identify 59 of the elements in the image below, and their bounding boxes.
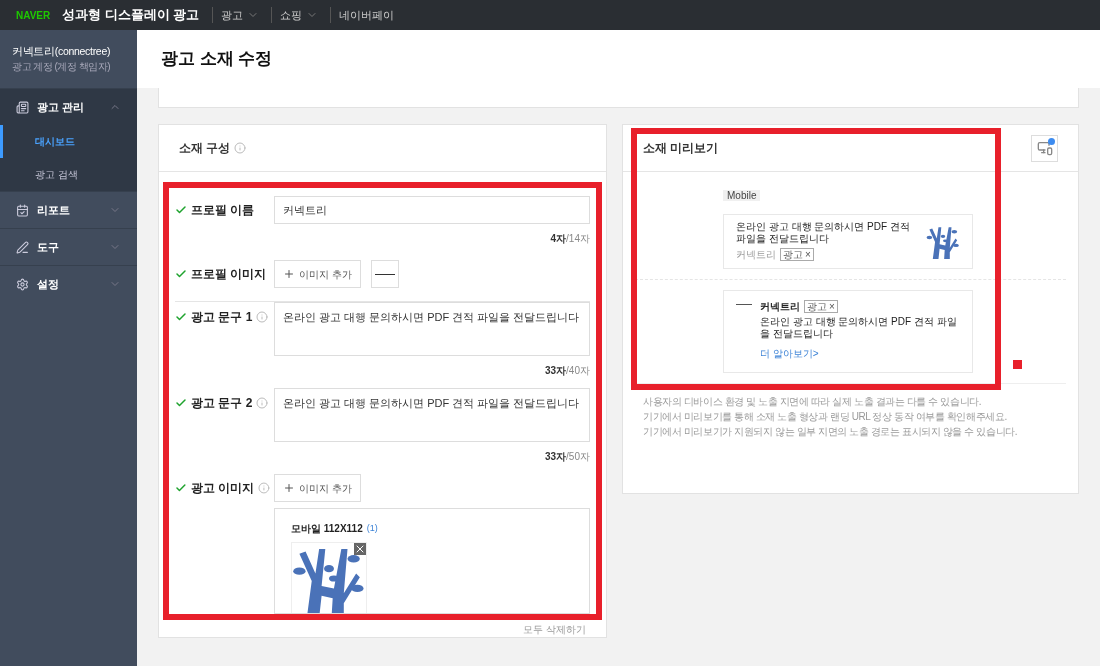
nav-subitem[interactable]: 대시보드 [0,125,137,158]
card-title: 소재 구성 [179,140,231,157]
field-label: 프로필 이름 [191,202,255,219]
info-icon[interactable] [256,397,269,409]
nav-item[interactable]: 리포트 [0,192,137,228]
plus-icon [283,482,295,494]
ad-tag-label: 광고 [807,301,827,312]
nav-subitem[interactable]: 광고 검색 [0,158,137,191]
top-menu[interactable]: 네이버페이 [329,6,394,24]
nav-icon [16,240,29,254]
advertiser-name: 커넥트리 [736,248,776,262]
nav-icon [16,100,29,114]
image-count: (1) [366,521,378,535]
preview-note: 기기에서 미리보기를 통해 소재 노출 형상과 랜딩 URL 정상 동작 여부를 확인해주세요. [643,410,1008,424]
ad-tag-label: 광고 [783,249,803,260]
field-label: 프로필 이미지 [191,266,267,283]
char-counter: 4자/14자 [550,232,590,246]
nav-icon [16,203,29,217]
account-role: 광고 계정 (계정 책임자) [12,60,111,75]
add-image-button[interactable]: 이미지 추가 [274,260,361,288]
info-icon[interactable] [234,142,247,154]
text-field[interactable]: 커넥트리 [274,196,590,224]
account-name: 커넥트리(connectree) [12,43,112,59]
device-toggle[interactable] [1031,134,1058,162]
ad-close[interactable]: × [805,249,811,260]
card-title: 소재 미리보기 [643,140,719,157]
nav-item[interactable]: 광고 관리 [0,89,137,125]
field-label: 광고 문구 2 [191,395,253,412]
plus-icon [283,268,295,280]
top-menu[interactable]: 쇼핑 [270,6,318,24]
char-counter: 33자/50자 [544,450,590,464]
app-title: 성과형 디스플레이 광고 [62,6,200,25]
text-area[interactable]: 온라인 광고 대행 문의하시면 PDF 견적 파일을 전달드립니다 [274,302,590,356]
advertiser-name: 커넥트리 [760,300,800,314]
text-area[interactable]: 온라인 광고 대행 문의하시면 PDF 견적 파일을 전달드립니다 [274,388,590,442]
info-icon[interactable] [258,482,270,494]
device-badge: Mobile [723,190,761,201]
top-menu[interactable]: 광고 [211,6,259,24]
ad-text: 온라인 광고 대행 문의하시면 PDF 견적 파일을 전달드립니다 [760,316,958,340]
nav-item[interactable]: 설정 [0,266,137,302]
learn-more-link[interactable]: 더 알아보기> [760,348,819,359]
page-title: 광고 소재 수정 [161,48,273,71]
remove-icon[interactable] [354,543,366,555]
info-icon[interactable] [256,311,269,323]
char-counter: 33자/40자 [544,364,590,378]
field-label: 광고 이미지 [190,480,255,497]
nav-icon [16,277,29,291]
ad-text: 온라인 광고 대행 문의하시면 PDF 견적 파일을 전달드립니다 [736,221,911,245]
image-group-title: 모바일 112X112 [291,522,363,536]
preview-note: 기기에서 미리보기가 지원되지 않는 일부 지면의 노출 경로는 표시되지 않을 수 있습니다. [643,425,1019,439]
devices-icon [1036,140,1053,156]
nav-item[interactable]: 도구 [0,229,137,265]
preview-note: 사용자의 디바이스 환경 및 노출 지면에 따라 실제 노출 결과는 다를 수 있습니다. [643,395,983,409]
logo-thumbnail [370,260,399,288]
ad-close[interactable]: × [829,301,835,312]
brand-logo: NAVER [16,8,51,23]
add-image-button[interactable]: 이미지 추가 [274,474,361,502]
field-label: 광고 문구 1 [191,309,253,326]
square-marker [1013,360,1022,369]
